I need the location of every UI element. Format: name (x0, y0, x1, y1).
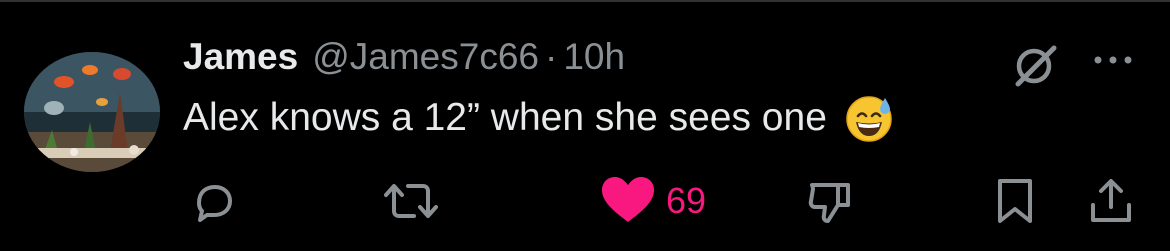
thumbs-down-icon (808, 183, 850, 223)
author-handle[interactable]: @James7c66 (312, 36, 539, 78)
bookmark-button[interactable] (995, 176, 1035, 226)
tweet-body: Alex knows a 12” when she sees one (183, 92, 895, 144)
tweet-text: Alex knows a 12” when she sees one (183, 96, 827, 139)
avatar-image (24, 52, 160, 172)
bookmark-icon (998, 179, 1032, 223)
author-name[interactable]: James (183, 36, 298, 78)
retweet-button[interactable] (382, 176, 440, 226)
grinning-face-with-sweat-icon (846, 96, 892, 142)
heart-icon (602, 177, 654, 222)
tweet-header: James @James7c66 · 10h (183, 36, 625, 84)
retweet-icon (384, 184, 438, 218)
top-divider (0, 0, 1170, 2)
grok-icon[interactable] (1010, 40, 1060, 90)
timestamp[interactable]: 10h (563, 36, 625, 78)
like-button[interactable]: 69 (600, 176, 706, 226)
dislike-button[interactable] (806, 176, 854, 226)
share-button[interactable] (1088, 176, 1134, 226)
more-options-icon[interactable] (1090, 50, 1136, 70)
reply-icon (197, 185, 232, 222)
like-count: 69 (666, 180, 707, 221)
separator-dot: · (545, 36, 558, 77)
share-icon (1091, 179, 1131, 222)
avatar[interactable] (24, 52, 160, 172)
reply-button[interactable] (190, 176, 236, 226)
